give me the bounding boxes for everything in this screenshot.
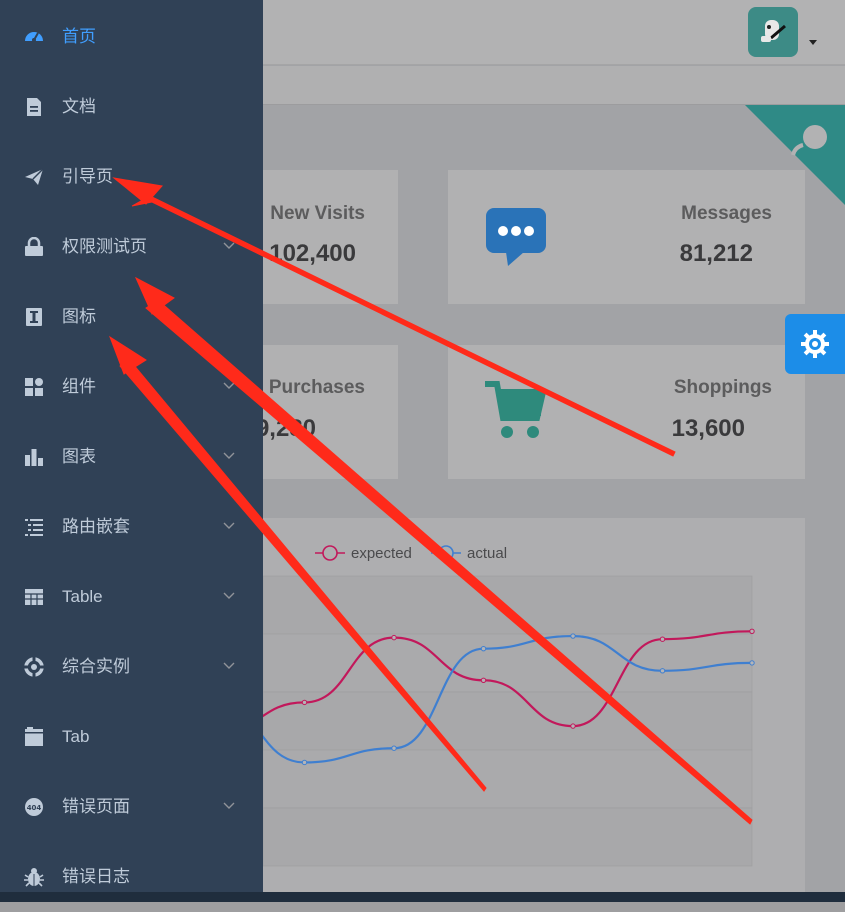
tags-view-bar (263, 66, 845, 105)
example-target-icon (24, 657, 44, 677)
gear-icon (801, 330, 829, 358)
grid-band (262, 575, 753, 635)
sidebar-item-label: 权限测试页 (62, 237, 147, 256)
message-bubble-icon (486, 208, 546, 266)
card-title: Shoppings (673, 377, 772, 398)
tab-icon (25, 727, 43, 746)
document-icon (27, 98, 41, 116)
sidebar-item-home[interactable]: 首页 (0, 2, 263, 72)
data-point-actual[interactable] (391, 745, 397, 751)
sidebar-item-tab[interactable]: Tab (0, 702, 263, 772)
data-point-expected[interactable] (570, 723, 576, 729)
sidebar: 首页 文档 引导页 权限测试页 图标 组件 图表 路由嵌套 Table 综合实例… (0, 0, 263, 892)
bug-icon (24, 868, 44, 887)
chevron-down-icon (223, 452, 235, 459)
sidebar-item-label: Tab (62, 727, 90, 746)
legend-item-expected[interactable]: expected (315, 545, 412, 562)
legend-marker (322, 545, 338, 561)
dashboard-icon (25, 32, 43, 42)
chevron-down-icon (223, 802, 235, 809)
shoppings-card[interactable]: Shoppings 13,600 (448, 345, 805, 479)
data-point-actual[interactable] (749, 660, 755, 666)
data-point-expected[interactable] (749, 628, 755, 635)
sidebar-item-label: 首页 (62, 27, 96, 46)
data-point-actual[interactable] (570, 633, 576, 639)
chevron-down-icon (223, 522, 235, 529)
data-point-expected[interactable] (391, 634, 397, 641)
sidebar-item-table[interactable]: Table (0, 562, 263, 632)
card-value: 102,400 (269, 240, 356, 267)
legend-label: actual (467, 545, 507, 562)
sidebar-item-docs[interactable]: 文档 (0, 72, 263, 142)
sidebar-item-label: 图表 (62, 447, 96, 466)
sidebar-item-error-pages[interactable]: 404 错误页面 (0, 772, 263, 842)
avatar-image-icon (761, 20, 786, 42)
card-value: 9,280 (255, 415, 316, 442)
svg-text:404: 404 (27, 804, 42, 812)
messages-card[interactable]: Messages 81,212 (448, 170, 805, 304)
sidebar-item-label: 文档 (62, 97, 96, 116)
lock-icon (25, 237, 43, 256)
sidebar-item-label: 错误页面 (62, 797, 130, 816)
sidebar-item-components[interactable]: 组件 (0, 352, 263, 422)
main-content: New Visits 102,400 Messages 81,212 Purch… (213, 0, 845, 892)
sidebar-item-label: 组件 (62, 377, 96, 396)
sidebar-item-label: 路由嵌套 (62, 517, 130, 536)
shopping-cart-icon (485, 381, 547, 438)
chevron-down-icon (223, 382, 235, 389)
navbar (263, 0, 845, 65)
card-title: Purchases (268, 377, 365, 398)
sidebar-item-icons[interactable]: 图标 (0, 282, 263, 352)
legend-marker (438, 545, 454, 561)
data-point-actual[interactable] (480, 645, 487, 652)
line-chart: expected actual (214, 545, 755, 867)
user-menu-caret-icon[interactable] (809, 40, 817, 45)
nested-list-icon (25, 519, 43, 536)
sidebar-item-label: 综合实例 (62, 657, 130, 676)
grid-band (262, 807, 753, 867)
legend-label: expected (351, 545, 412, 562)
sidebar-item-nested[interactable]: 路由嵌套 (0, 492, 263, 562)
sidebar-item-permission[interactable]: 权限测试页 (0, 212, 263, 282)
legend-item-actual[interactable]: actual (431, 545, 507, 562)
chevron-down-icon (223, 592, 235, 599)
line-chart-panel: expected actual (214, 518, 805, 892)
sidebar-item-charts[interactable]: 图表 (0, 422, 263, 492)
sidebar-item-guide[interactable]: 引导页 (0, 142, 263, 212)
chevron-down-icon (223, 662, 235, 669)
card-value: 81,212 (679, 240, 753, 267)
data-point-actual[interactable] (659, 668, 666, 674)
sidebar-item-label: 引导页 (62, 167, 113, 186)
sidebar-item-label: Table (62, 587, 103, 606)
icon-font-icon (26, 308, 42, 326)
settings-button[interactable] (785, 314, 845, 374)
error-404-icon: 404 (25, 798, 43, 816)
table-icon (25, 589, 43, 605)
chevron-down-icon (223, 242, 235, 249)
card-title: Messages (681, 203, 772, 224)
data-point-expected[interactable] (659, 636, 666, 642)
sidebar-item-label: 错误日志 (62, 867, 130, 886)
card-title: New Visits (270, 203, 365, 224)
user-avatar[interactable] (748, 7, 798, 57)
data-point-actual[interactable] (301, 759, 308, 766)
grid-band (262, 633, 753, 693)
paper-plane-icon (25, 168, 44, 185)
bar-chart-icon (25, 449, 43, 466)
grid-band (262, 691, 753, 751)
data-point-expected[interactable] (480, 677, 487, 683)
sidebar-item-examples[interactable]: 综合实例 (0, 632, 263, 702)
components-grid-icon (25, 378, 43, 396)
card-value: 13,600 (671, 415, 745, 442)
data-point-expected[interactable] (301, 699, 308, 706)
sidebar-item-label: 图标 (62, 307, 96, 326)
